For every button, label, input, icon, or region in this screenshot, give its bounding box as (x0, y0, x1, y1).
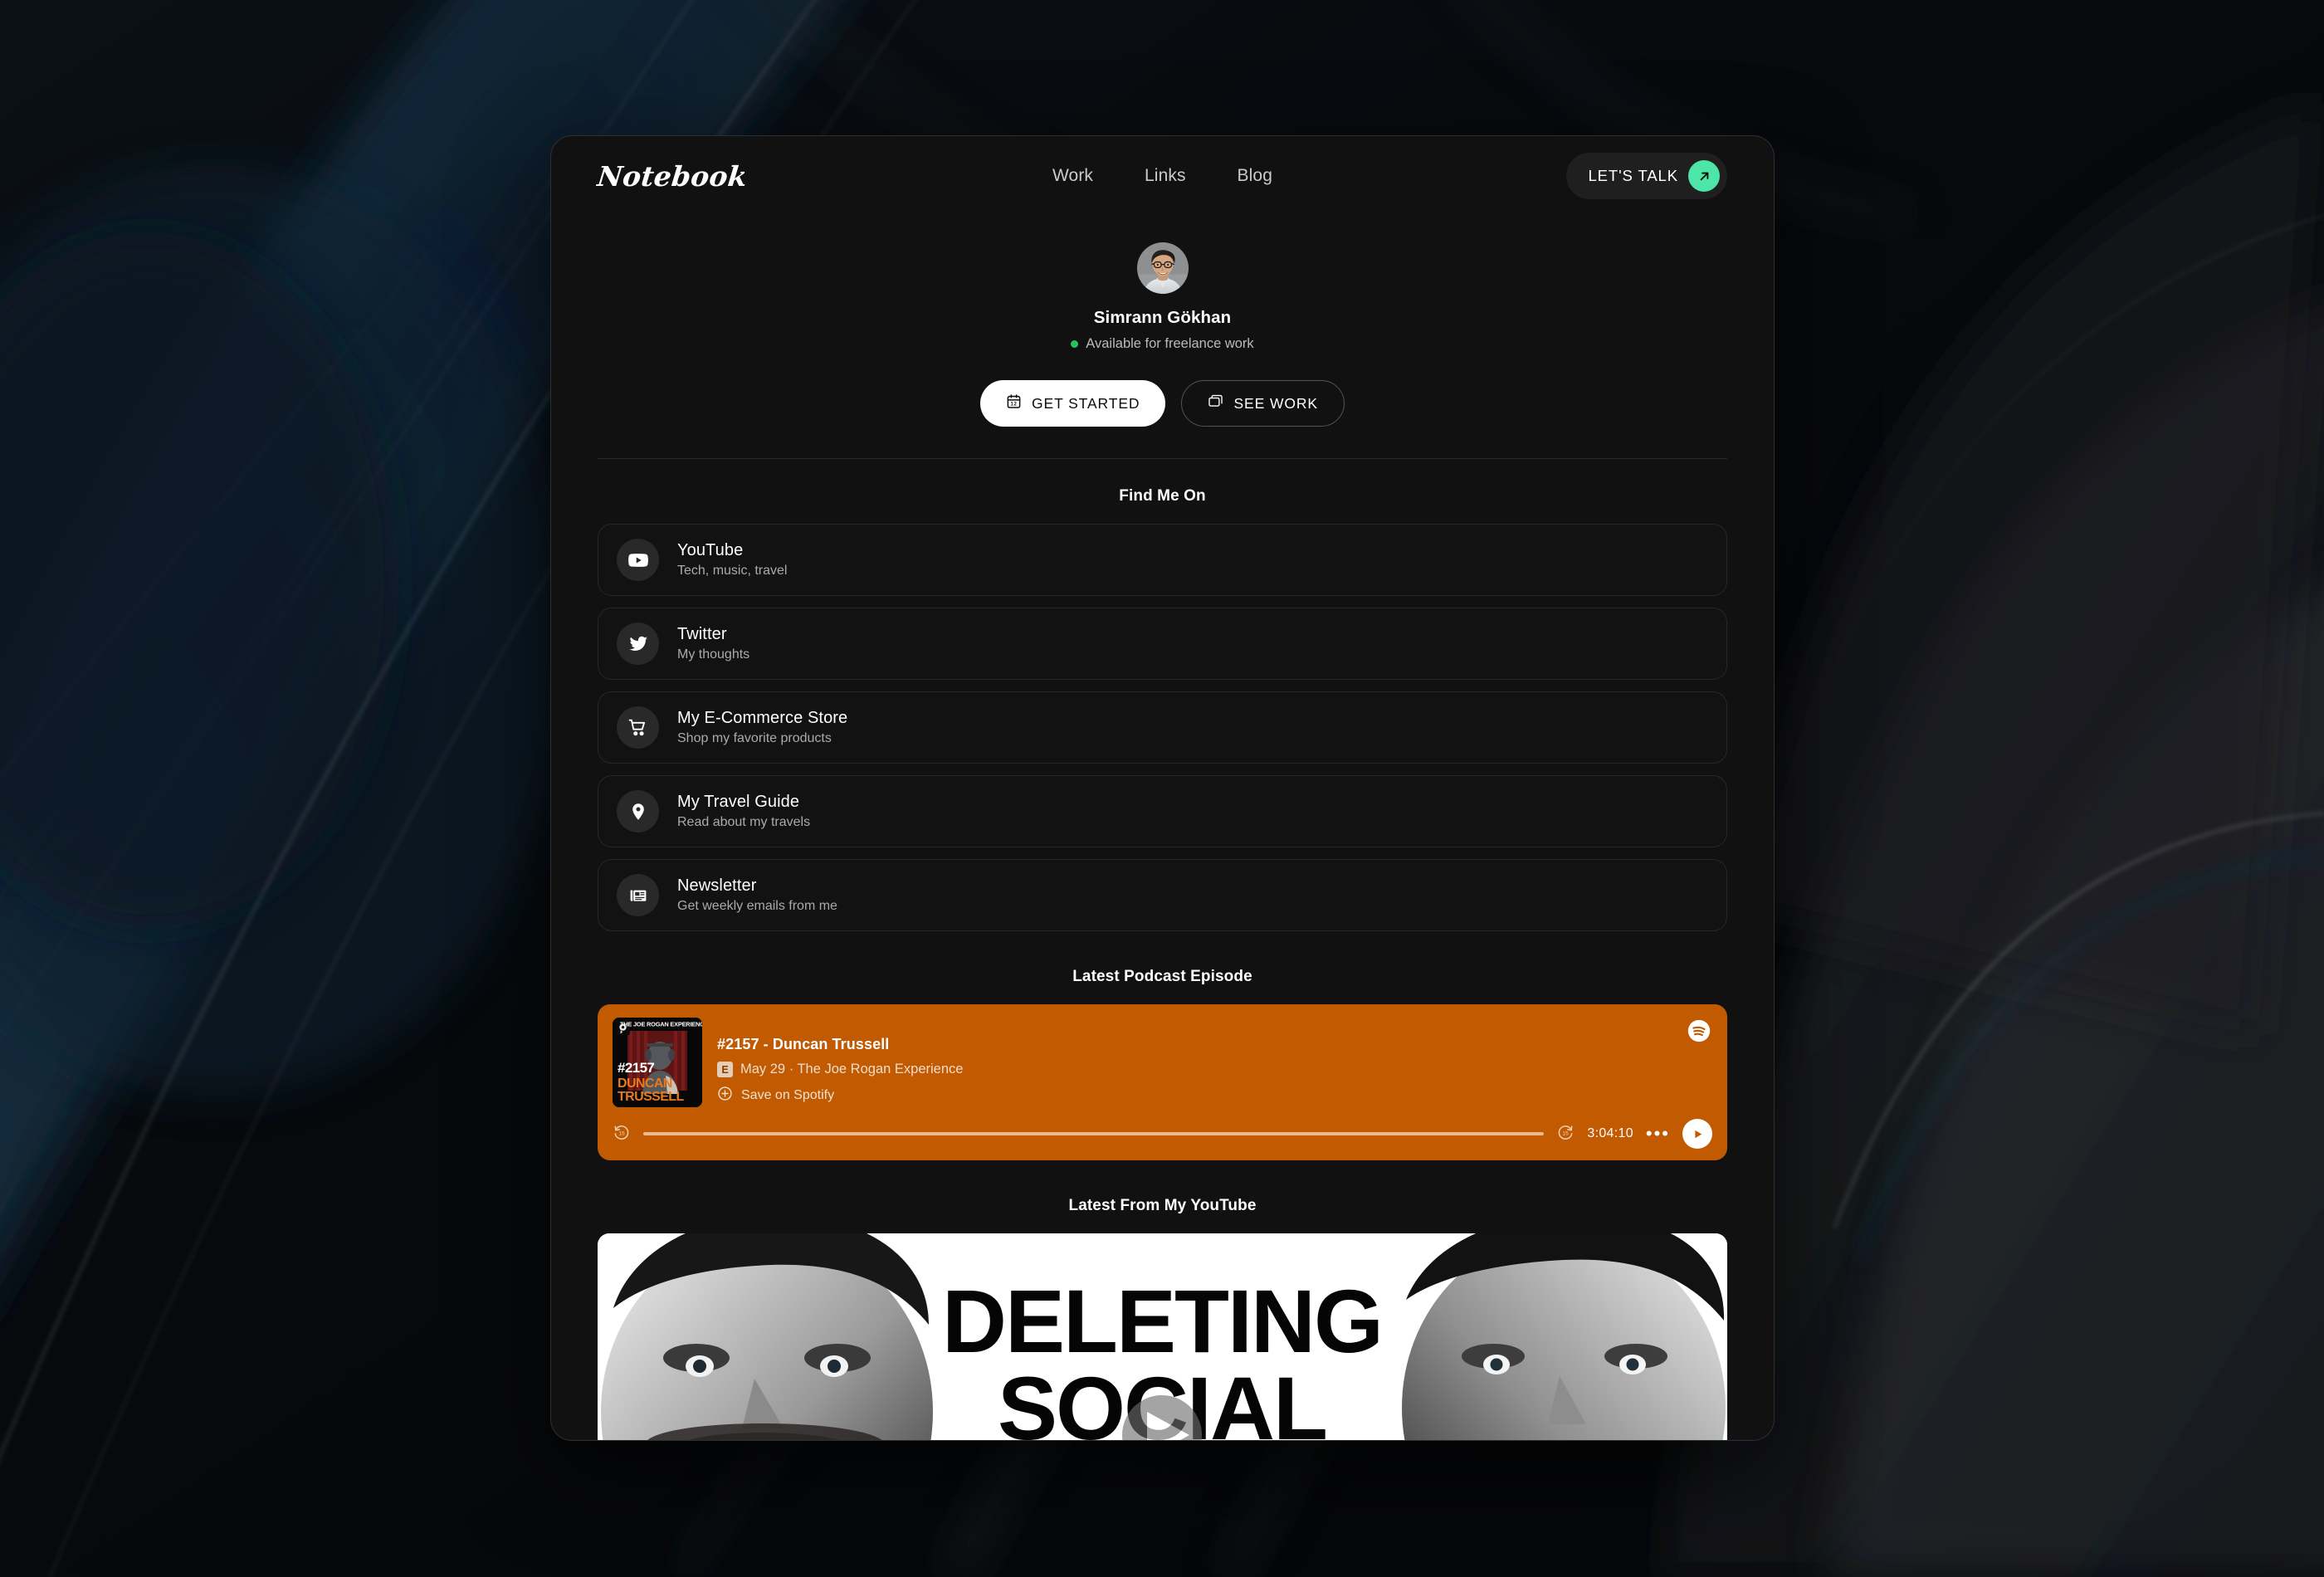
episode-meta-row: E May 29 · The Joe Rogan Experience (717, 1062, 963, 1077)
nav-link-work[interactable]: Work (1052, 166, 1093, 186)
player-controls: 15 15 3:04:10 ••• (613, 1119, 1712, 1149)
link-title: YouTube (677, 541, 744, 559)
availability-label: Available for freelance work (1086, 336, 1254, 351)
see-work-button[interactable]: SEE WORK (1181, 380, 1345, 427)
avatar (1136, 242, 1189, 294)
link-title: My E-Commerce Store (677, 709, 848, 727)
site-logo[interactable]: Notebook (596, 160, 749, 193)
svg-text:#2157: #2157 (618, 1060, 654, 1076)
youtube-section-title: Latest From My YouTube (1068, 1197, 1257, 1214)
map-pin-icon (617, 790, 659, 832)
podcast-meta: #2157 - Duncan Trussell E May 29 · The J… (717, 1018, 963, 1107)
rewind-15-button[interactable]: 15 (613, 1123, 631, 1145)
link-subtitle: My thoughts (677, 647, 750, 662)
calendar-icon: 12 (1006, 393, 1022, 413)
nav-link-blog[interactable]: Blog (1238, 166, 1272, 186)
episode-title: #2157 - Duncan Trussell (717, 1036, 890, 1052)
nav-links: Work Links Blog (1052, 166, 1272, 186)
shopping-cart-icon (617, 706, 659, 749)
lets-talk-label: LET'S TALK (1588, 167, 1678, 184)
find-me-on-section: Find Me On YouTube Tech, music, travel T… (598, 487, 1727, 931)
link-card-twitter[interactable]: Twitter My thoughts (598, 608, 1727, 680)
link-card-newsletter[interactable]: Newsletter Get weekly emails from me (598, 859, 1727, 931)
avatar-photo (1136, 242, 1189, 294)
link-text: YouTube Tech, music, travel (677, 541, 787, 579)
podcast-title: Latest Podcast Episode (1072, 968, 1252, 985)
link-card-ecommerce-store[interactable]: My E-Commerce Store Shop my favorite pro… (598, 691, 1727, 764)
svg-text:TRUSSELL: TRUSSELL (618, 1090, 684, 1104)
podcast-section: Latest Podcast Episode THE JOE ROGAN EXP… (598, 968, 1727, 1160)
profile-name: Simrann Gökhan (1093, 308, 1232, 327)
twitter-bird-icon (617, 622, 659, 665)
link-subtitle: Tech, music, travel (677, 564, 788, 578)
youtube-thumbnail-image: DELETING SOCIAL MEDIA (598, 1233, 1727, 1440)
svg-text:12: 12 (1010, 403, 1017, 408)
section-divider (598, 458, 1727, 459)
save-label: Save on Spotify (741, 1088, 835, 1102)
spotify-logo-icon (1687, 1019, 1711, 1047)
explicit-badge: E (717, 1062, 733, 1077)
link-card-travel-guide[interactable]: My Travel Guide Read about my travels (598, 775, 1727, 847)
svg-text:15: 15 (618, 1130, 625, 1136)
page-body: Simrann Gökhan Available for freelance w… (551, 216, 1774, 1440)
site-card: Notebook Work Links Blog LET'S TALK Simr… (550, 135, 1775, 1441)
link-subtitle: Get weekly emails from me (677, 899, 837, 913)
episode-meta-text: May 29 · The Joe Rogan Experience (740, 1062, 964, 1077)
link-text: My E-Commerce Store Shop my favorite pro… (677, 709, 847, 746)
availability-status: Available for freelance work (1071, 336, 1254, 352)
svg-text:15: 15 (1563, 1130, 1570, 1136)
arrow-up-right-icon (1688, 160, 1720, 192)
cta-button-row: 12 GET STARTED SEE WORK (598, 380, 1727, 427)
see-work-label: SEE WORK (1233, 394, 1318, 412)
status-dot-icon (1071, 340, 1079, 348)
save-on-spotify-button[interactable]: Save on Spotify (717, 1086, 963, 1106)
svg-text:DUNCAN: DUNCAN (618, 1077, 672, 1091)
thumb-line-1: DELETING (942, 1271, 1382, 1371)
spotify-embed[interactable]: THE JOE ROGAN EXPERIENCE #2157 DUNCAN TR… (598, 1004, 1727, 1160)
podcast-artwork-image: THE JOE ROGAN EXPERIENCE #2157 DUNCAN TR… (613, 1018, 702, 1107)
find-me-on-title: Find Me On (1119, 487, 1206, 505)
podcast-artwork: THE JOE ROGAN EXPERIENCE #2157 DUNCAN TR… (613, 1018, 702, 1107)
progress-bar[interactable] (643, 1132, 1545, 1135)
link-text: My Travel Guide Read about my travels (677, 793, 810, 830)
lets-talk-button[interactable]: LET'S TALK (1566, 153, 1727, 199)
link-title: Twitter (677, 625, 727, 643)
link-card-youtube[interactable]: YouTube Tech, music, travel (598, 524, 1727, 596)
window-icon (1208, 393, 1223, 413)
profile-block: Simrann Gökhan Available for freelance w… (598, 216, 1727, 352)
episode-duration: 3:04:10 (1587, 1126, 1633, 1140)
top-navigation: Notebook Work Links Blog LET'S TALK (551, 136, 1774, 216)
link-subtitle: Shop my favorite products (677, 731, 832, 745)
link-subtitle: Read about my travels (677, 815, 811, 829)
newspaper-icon (617, 874, 659, 916)
links-list: YouTube Tech, music, travel Twitter My t… (598, 524, 1727, 931)
forward-15-button[interactable]: 15 (1556, 1123, 1575, 1145)
link-text: Newsletter Get weekly emails from me (677, 876, 837, 914)
link-text: Twitter My thoughts (677, 625, 749, 662)
link-title: My Travel Guide (677, 793, 800, 811)
youtube-video-thumbnail[interactable]: DELETING SOCIAL MEDIA (598, 1233, 1727, 1440)
youtube-section: Latest From My YouTube DELETING (598, 1197, 1727, 1440)
youtube-icon (617, 539, 659, 581)
spotify-top-row: THE JOE ROGAN EXPERIENCE #2157 DUNCAN TR… (613, 1018, 1712, 1107)
more-options-button[interactable]: ••• (1646, 1125, 1670, 1143)
play-button[interactable] (1682, 1119, 1712, 1149)
get-started-label: GET STARTED (1031, 394, 1140, 412)
svg-text:THE JOE ROGAN EXPERIENCE: THE JOE ROGAN EXPERIENCE (620, 1021, 702, 1028)
link-title: Newsletter (677, 876, 757, 895)
nav-link-links[interactable]: Links (1145, 166, 1186, 186)
plus-circle-icon (717, 1086, 733, 1106)
get-started-button[interactable]: 12 GET STARTED (979, 380, 1166, 427)
